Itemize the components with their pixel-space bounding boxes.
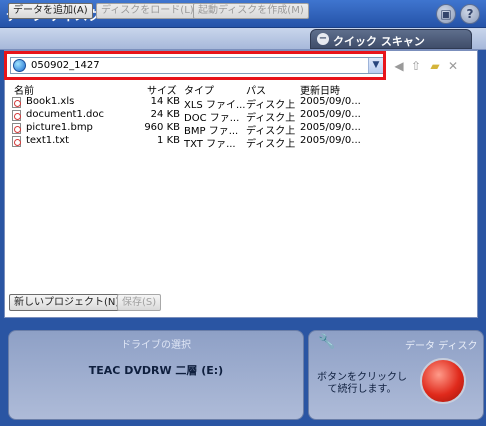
save-button[interactable]: 保存(S) — [117, 294, 162, 311]
help-icon[interactable]: ? — [460, 4, 480, 24]
file-name: Book1.xls — [26, 96, 75, 107]
table-row[interactable]: Book1.xls 14 KB XLS ファイ... ディスク上 2005/09… — [10, 96, 396, 111]
file-list-header: 名前 サイズ タイプ パス 更新日時 — [10, 82, 396, 97]
column-type[interactable]: タイプ — [184, 82, 214, 97]
file-icon — [12, 110, 21, 121]
column-path[interactable]: パス — [246, 82, 266, 97]
back-icon[interactable]: ◀ — [392, 59, 406, 73]
file-path: ディスク上 — [246, 139, 296, 150]
file-name: text1.txt — [26, 135, 70, 146]
action-panel-title: データ ディスク — [405, 341, 478, 352]
start-button[interactable] — [420, 358, 466, 404]
drive-name[interactable]: TEAC DVDRW 二層 (E:) — [20, 362, 292, 378]
wrench-icon[interactable]: 🔧 — [318, 334, 335, 350]
action-instruction: ボタンをクリックして続行します。 — [317, 372, 407, 395]
up-folder-icon[interactable]: ⇧ — [409, 59, 423, 73]
file-modified: 2005/09/0... — [300, 135, 361, 146]
file-modified: 2005/09/0... — [300, 109, 361, 120]
new-project-button[interactable]: 新しいプロジェクト(N) — [9, 294, 125, 311]
table-row[interactable]: text1.txt 1 KB TXT ファ... ディスク上 2005/09/0… — [10, 135, 396, 150]
quick-scan-tab[interactable]: − クイック スキャン — [310, 29, 472, 49]
save-icon[interactable]: ▣ — [436, 4, 456, 24]
file-icon — [12, 97, 21, 108]
add-data-button[interactable]: データを追加(A) — [8, 3, 93, 19]
file-modified: 2005/09/0... — [300, 96, 361, 107]
collapse-icon: − — [317, 33, 329, 45]
file-type: TXT ファ... — [184, 139, 236, 150]
column-size[interactable]: サイズ — [147, 82, 177, 97]
highlight-box — [4, 51, 386, 80]
load-disc-button[interactable]: ディスクをロード(L) — [96, 3, 199, 19]
file-size: 14 KB — [150, 96, 180, 107]
file-size: 24 KB — [150, 109, 180, 120]
file-icon — [12, 136, 21, 147]
new-folder-icon[interactable]: ▰ — [428, 59, 442, 73]
create-boot-disc-button[interactable]: 起動ディスクを作成(M) — [193, 3, 309, 19]
drive-panel-header: ドライブの選択 — [121, 340, 191, 351]
delete-icon[interactable]: ✕ — [446, 59, 460, 73]
file-size: 1 KB — [157, 135, 180, 146]
column-modified[interactable]: 更新日時 — [300, 82, 340, 97]
file-size: 960 KB — [144, 122, 180, 133]
table-row[interactable]: picture1.bmp 960 KB BMP ファ... ディスク上 2005… — [10, 122, 396, 137]
file-icon — [12, 123, 21, 134]
quick-scan-label: クイック スキャン — [333, 35, 425, 48]
file-name: picture1.bmp — [26, 122, 93, 133]
column-name[interactable]: 名前 — [14, 82, 34, 97]
file-modified: 2005/09/0... — [300, 122, 361, 133]
table-row[interactable]: document1.doc 24 KB DOC ファ... ディスク上 2005… — [10, 109, 396, 124]
file-name: document1.doc — [26, 109, 104, 120]
